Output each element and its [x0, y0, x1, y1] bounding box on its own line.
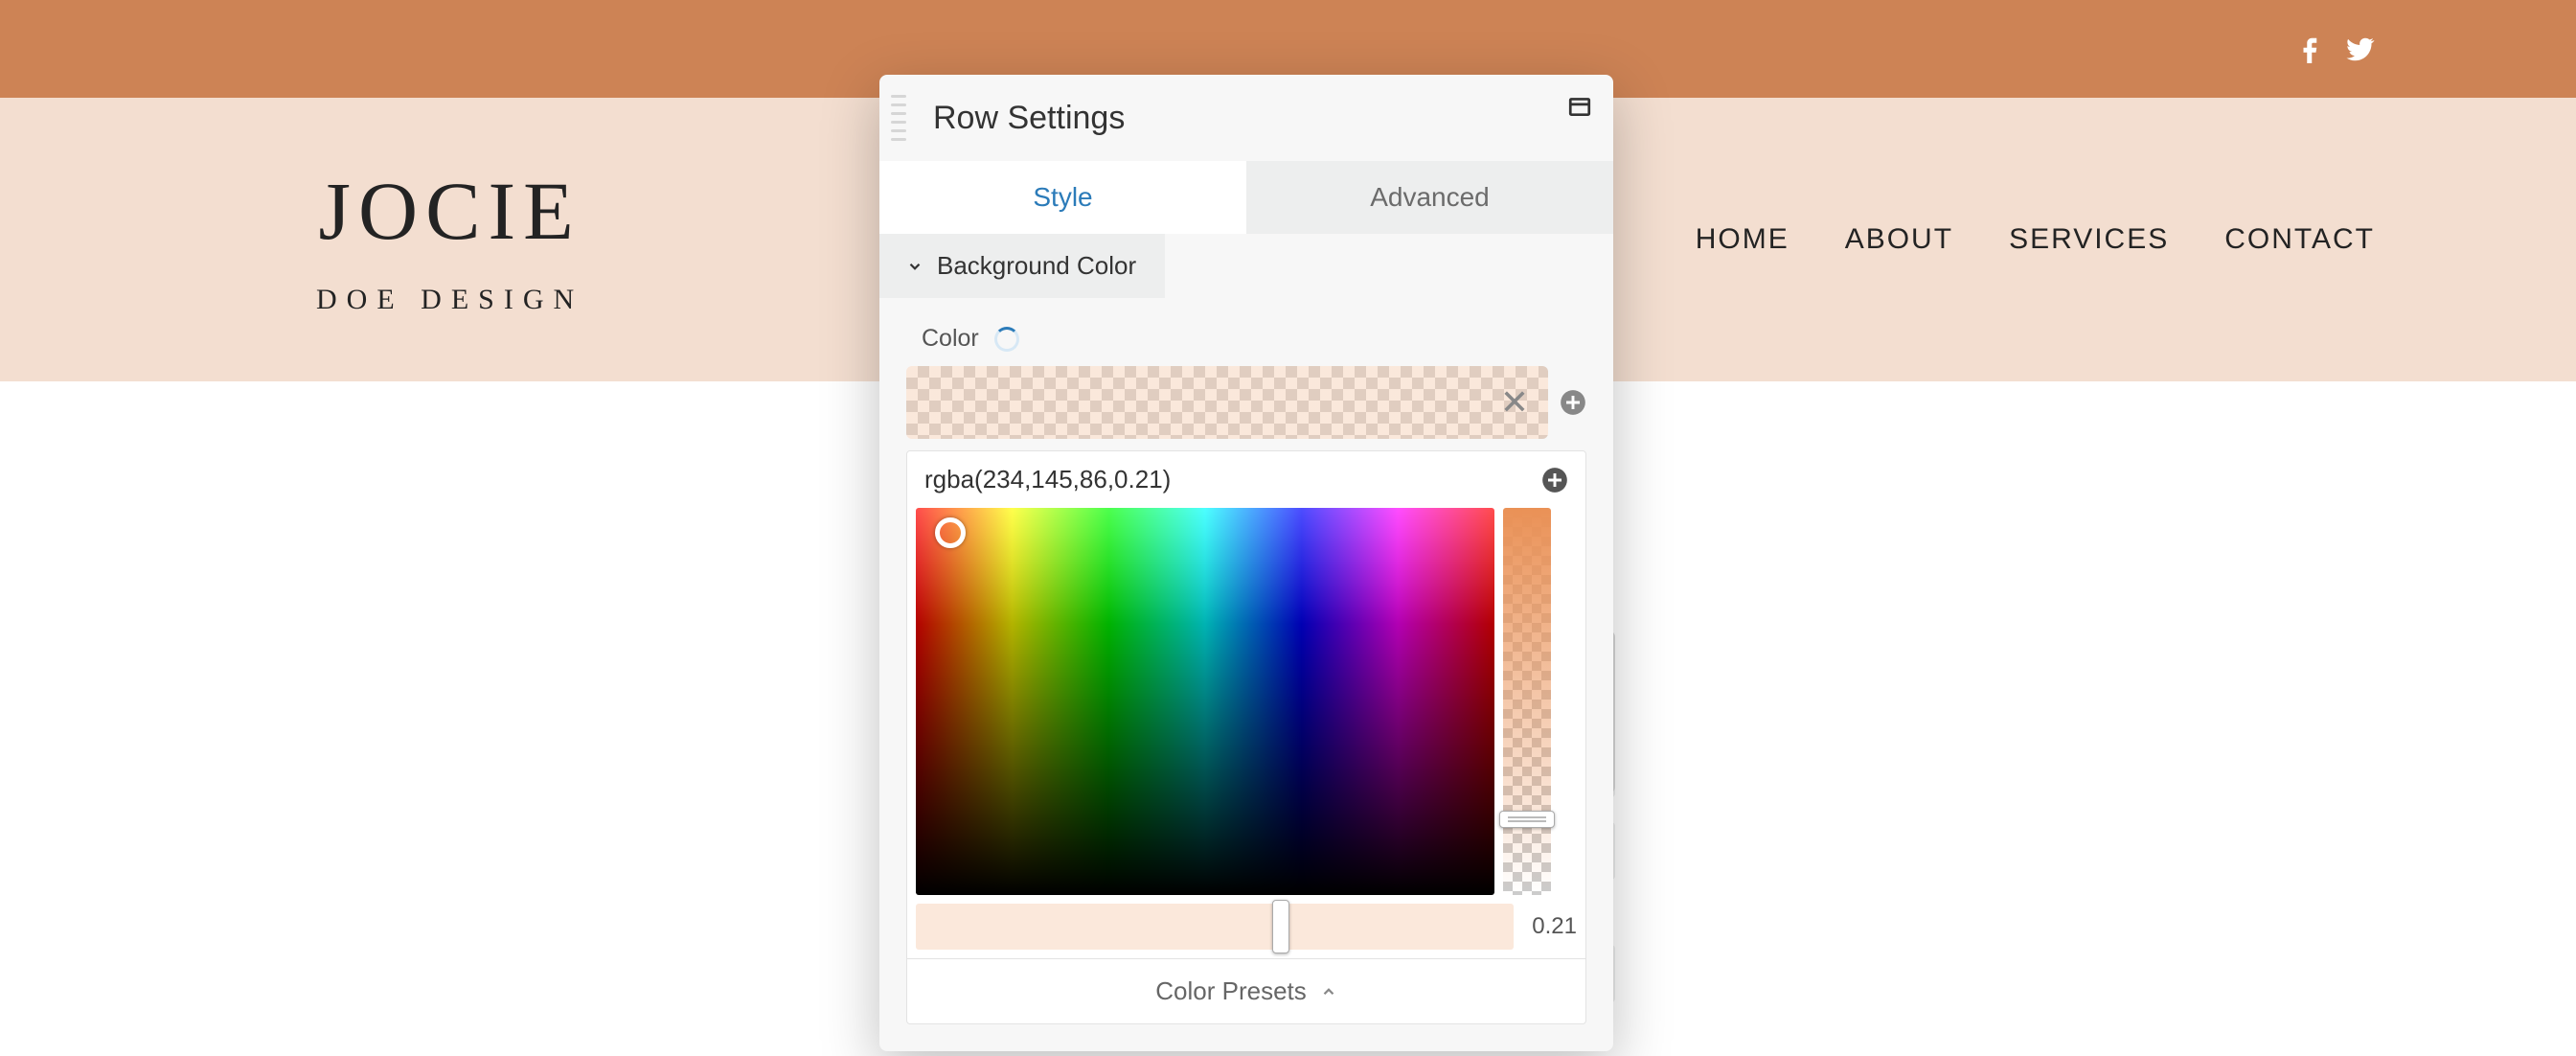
- add-color-icon[interactable]: [1560, 389, 1586, 416]
- chevron-up-icon: [1320, 983, 1337, 1000]
- add-preset-icon[interactable]: [1541, 467, 1568, 494]
- loading-spinner-icon: [994, 327, 1019, 352]
- facebook-icon[interactable]: [2296, 34, 2325, 63]
- logo-title: JOCIE: [319, 163, 581, 259]
- color-value-input[interactable]: [924, 465, 1541, 494]
- panel-tabs: Style Advanced: [879, 161, 1613, 234]
- palette-cursor[interactable]: [935, 517, 966, 548]
- drag-handle-icon[interactable]: [891, 92, 906, 144]
- color-picker: 0.21 Color Presets: [906, 450, 1586, 1024]
- nav-about[interactable]: ABOUT: [1845, 223, 1953, 256]
- color-label: Color: [922, 325, 979, 353]
- row-settings-panel: Row Settings Style Advanced Background C…: [879, 75, 1613, 1051]
- tab-advanced[interactable]: Advanced: [1246, 161, 1613, 234]
- nav-services[interactable]: SERVICES: [2009, 223, 2169, 256]
- color-swatch[interactable]: ✕: [906, 366, 1548, 439]
- expand-window-icon[interactable]: [1567, 94, 1592, 117]
- section-label: Background Color: [937, 251, 1136, 281]
- chevron-down-icon: [906, 258, 923, 275]
- alpha-value: 0.21: [1531, 913, 1577, 940]
- tab-style[interactable]: Style: [879, 161, 1246, 234]
- panel-title: Row Settings: [933, 100, 1125, 137]
- section-background-color[interactable]: Background Color: [879, 234, 1165, 298]
- panel-body: Color ✕: [879, 298, 1613, 1051]
- logo: JOCIE DOE DESIGN: [316, 163, 583, 316]
- alpha-handle[interactable]: [1499, 811, 1555, 828]
- color-presets-toggle[interactable]: Color Presets: [907, 958, 1585, 1023]
- main-nav: HOME ABOUT SERVICES CONTACT: [1696, 223, 2375, 256]
- clear-color-icon[interactable]: ✕: [1500, 385, 1529, 420]
- twitter-icon[interactable]: [2346, 34, 2375, 63]
- panel-header: Row Settings: [879, 75, 1613, 161]
- logo-subtitle: DOE DESIGN: [316, 284, 583, 316]
- saturation-palette[interactable]: [916, 508, 1494, 895]
- presets-label: Color Presets: [1155, 976, 1307, 1006]
- opacity-handle[interactable]: [1272, 900, 1289, 953]
- nav-contact[interactable]: CONTACT: [2224, 223, 2375, 256]
- nav-home[interactable]: HOME: [1696, 223, 1790, 256]
- alpha-slider-vertical[interactable]: [1503, 508, 1551, 895]
- opacity-slider[interactable]: [916, 904, 1514, 950]
